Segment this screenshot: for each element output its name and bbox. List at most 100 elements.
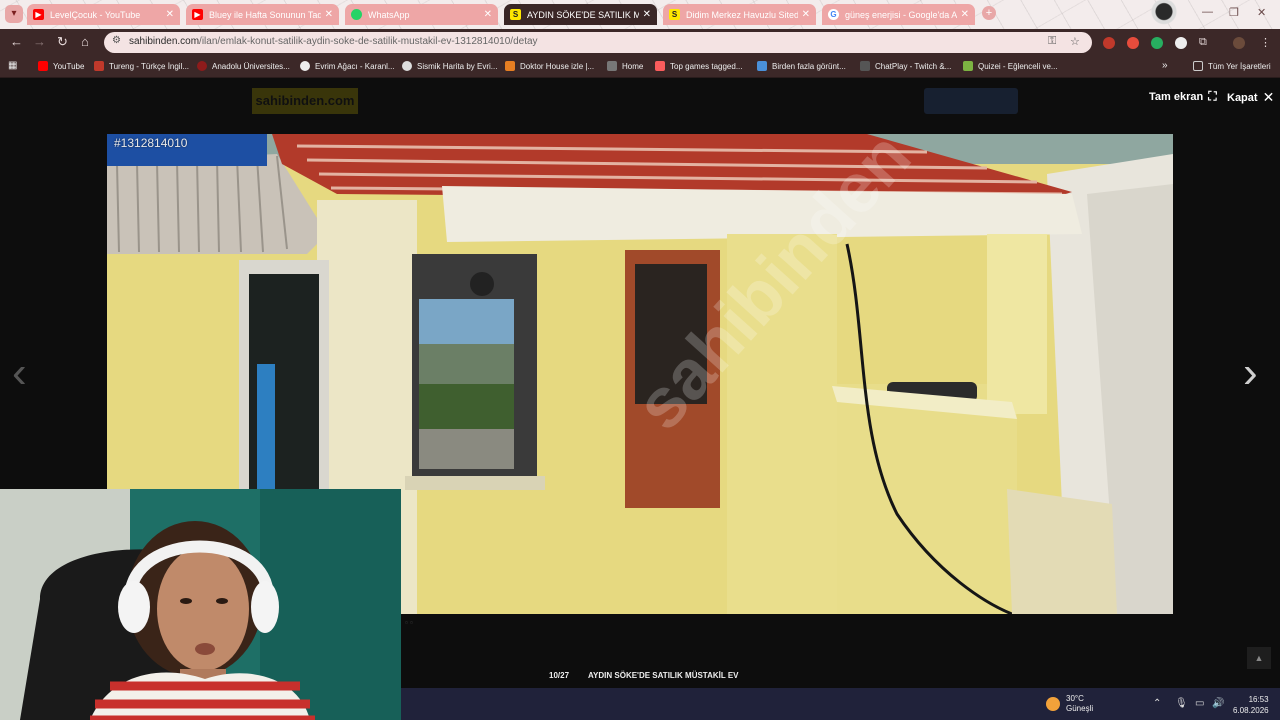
close-label: Kapat: [1227, 91, 1258, 104]
scroll-top-button[interactable]: ▲: [1247, 647, 1271, 669]
all-bookmarks-label: Tüm Yer İşaretleri: [1208, 61, 1271, 71]
home-bookmark-icon: [607, 61, 617, 71]
back-icon[interactable]: ←: [10, 34, 23, 49]
restore-icon[interactable]: ❐: [1229, 6, 1239, 19]
bookmark-item[interactable]: Tureng - Türkçe İngil...: [94, 61, 189, 71]
url-field[interactable]: ⚙ sahibinden.com/ilan/emlak-konut-satili…: [104, 32, 1092, 53]
new-tab-button[interactable]: +: [982, 6, 996, 20]
bookmark-item[interactable]: Birden fazla görünt...: [757, 61, 846, 71]
url-path: /ilan/emlak-konut-satilik-aydin-soke-de-…: [199, 36, 538, 47]
network-icon[interactable]: ▭: [1195, 698, 1204, 709]
bookmark-item[interactable]: Sismik Harita by Evri...: [402, 61, 497, 71]
extension-icon[interactable]: [1103, 37, 1115, 49]
close-tab-icon[interactable]: ✕: [325, 9, 333, 20]
sun-icon: [1046, 697, 1060, 711]
whatsapp-icon: [351, 9, 362, 20]
tab-title: WhatsApp: [368, 9, 410, 20]
tab-search-button[interactable]: ▾: [5, 5, 23, 23]
fullscreen-icon: ⛶: [1208, 89, 1217, 103]
listing-id: #1312814010: [114, 136, 188, 150]
reload-icon[interactable]: ↻: [57, 34, 68, 50]
folder-icon: [1193, 61, 1203, 71]
tab-aydin-soke[interactable]: S AYDIN SÖKE'DE SATILIK MÜSTAKİL ✕: [504, 4, 657, 25]
fullscreen-button[interactable]: Tam ekran ⛶: [1149, 89, 1217, 104]
tab-title: AYDIN SÖKE'DE SATILIK MÜSTAKİL: [527, 9, 639, 20]
clock[interactable]: 16:53 6.08.2026: [1233, 694, 1269, 716]
bookmark-item[interactable]: Top games tagged...: [655, 61, 743, 71]
bookmark-label: Evrim Ağacı - Karanl...: [315, 61, 395, 71]
bookmark-item[interactable]: Anadolu Üniversites...: [197, 61, 290, 71]
temperature: 30°C: [1066, 694, 1084, 703]
bookmark-label: Sismik Harita by Evri...: [417, 61, 498, 71]
bookmark-label: Tureng - Türkçe İngil...: [109, 61, 190, 71]
site-logo: sahibinden.com: [252, 88, 358, 114]
close-tab-icon[interactable]: ✕: [961, 9, 969, 20]
bookmark-label: Birden fazla görünt...: [772, 61, 846, 71]
clock-date: 6.08.2026: [1233, 706, 1269, 715]
more-bookmarks-icon[interactable]: »: [1162, 60, 1168, 71]
anadolu-icon: [197, 61, 207, 71]
webcam-person-illustration: [0, 489, 401, 720]
close-tab-icon[interactable]: ✕: [802, 9, 810, 20]
bookmark-item[interactable]: Evrim Ağacı - Karanl...: [300, 61, 395, 71]
bookmark-star-icon[interactable]: ☆: [1070, 35, 1080, 48]
extensions-puzzle-icon[interactable]: ⧉: [1199, 36, 1207, 49]
site-info-icon[interactable]: ⚙: [112, 35, 121, 46]
bookmark-item[interactable]: ChatPlay - Twitch &...: [860, 61, 951, 71]
volume-icon[interactable]: 🔊: [1212, 698, 1224, 709]
sahibinden-icon: S: [510, 9, 521, 20]
doktor-house-icon: [505, 61, 515, 71]
menu-kebab-icon[interactable]: ⋮: [1260, 36, 1271, 49]
extension-icon[interactable]: [1127, 37, 1139, 49]
close-tab-icon[interactable]: ✕: [643, 9, 651, 20]
apps-grid-icon[interactable]: ▦: [8, 60, 17, 71]
tab-strip: ▾ ▶ LevelÇocuk - YouTube ✕ ▶ Bluey ile H…: [0, 0, 1280, 29]
dimmed-page-text: ▫ ▫: [405, 618, 413, 627]
home-icon[interactable]: ⌂: [81, 34, 89, 49]
clock-time: 16:53: [1248, 695, 1269, 704]
tray-chevron-icon[interactable]: ⌃: [1153, 698, 1161, 709]
microphone-icon[interactable]: 🎙: [1175, 698, 1188, 709]
next-photo-arrow-icon[interactable]: ›: [1243, 348, 1258, 398]
password-key-icon[interactable]: ⚿: [1048, 35, 1056, 48]
bookmark-label: Home: [622, 61, 644, 71]
tab-title: Didim Merkez Havuzlu Sitede: [686, 9, 798, 20]
tab-bluey[interactable]: ▶ Bluey ile Hafta Sonunun Tadını ✕: [186, 4, 339, 25]
close-icon: ✕: [1262, 89, 1275, 105]
forward-icon[interactable]: →: [33, 34, 46, 49]
bookmark-item[interactable]: YouTube: [38, 61, 84, 71]
bookmark-label: Quizei - Eğlenceli ve...: [978, 61, 1058, 71]
photo-counter: 10/27: [549, 671, 570, 680]
quizei-icon: [963, 61, 973, 71]
all-bookmarks-button[interactable]: Tüm Yer İşaretleri: [1193, 61, 1271, 71]
youtube-icon: [38, 61, 48, 71]
previous-photo-arrow-icon[interactable]: ‹: [12, 348, 27, 398]
profile-avatar[interactable]: [1233, 37, 1245, 49]
tab-title: güneş enerjisi - Google'da Ara: [845, 9, 957, 20]
url-host: sahibinden.com: [129, 36, 200, 47]
extension-icon[interactable]: [1151, 37, 1163, 49]
bookmark-label: Anadolu Üniversites...: [212, 61, 290, 71]
sahibinden-icon: S: [669, 9, 680, 20]
weather-widget[interactable]: 30°C Güneşli: [1046, 694, 1093, 714]
itch-icon: [655, 61, 665, 71]
tab-whatsapp[interactable]: WhatsApp ✕: [345, 4, 498, 25]
bookmark-label: YouTube: [53, 61, 85, 71]
bookmark-item[interactable]: Home: [607, 61, 643, 71]
bookmark-item[interactable]: Quizei - Eğlenceli ve...: [963, 61, 1058, 71]
tab-didim[interactable]: S Didim Merkez Havuzlu Sitede ✕: [663, 4, 816, 25]
close-lightbox-button[interactable]: Kapat ✕: [1227, 89, 1274, 106]
tab-gunes-enerjisi[interactable]: G güneş enerjisi - Google'da Ara ✕: [822, 4, 975, 25]
close-window-icon[interactable]: ✕: [1257, 6, 1266, 19]
bookmark-label: Top games tagged...: [670, 61, 743, 71]
tab-title: Bluey ile Hafta Sonunun Tadını: [209, 9, 321, 20]
fullscreen-label: Tam ekran: [1149, 90, 1204, 103]
chatplay-icon: [860, 61, 870, 71]
close-tab-icon[interactable]: ✕: [484, 9, 492, 20]
extension-icon[interactable]: [1175, 37, 1187, 49]
close-tab-icon[interactable]: ✕: [166, 9, 174, 20]
bookmark-item[interactable]: Doktor House izle |...: [505, 61, 594, 71]
google-icon: G: [828, 9, 839, 20]
tab-levelcocuk[interactable]: ▶ LevelÇocuk - YouTube ✕: [27, 4, 180, 25]
minimize-icon[interactable]: —: [1202, 6, 1213, 18]
